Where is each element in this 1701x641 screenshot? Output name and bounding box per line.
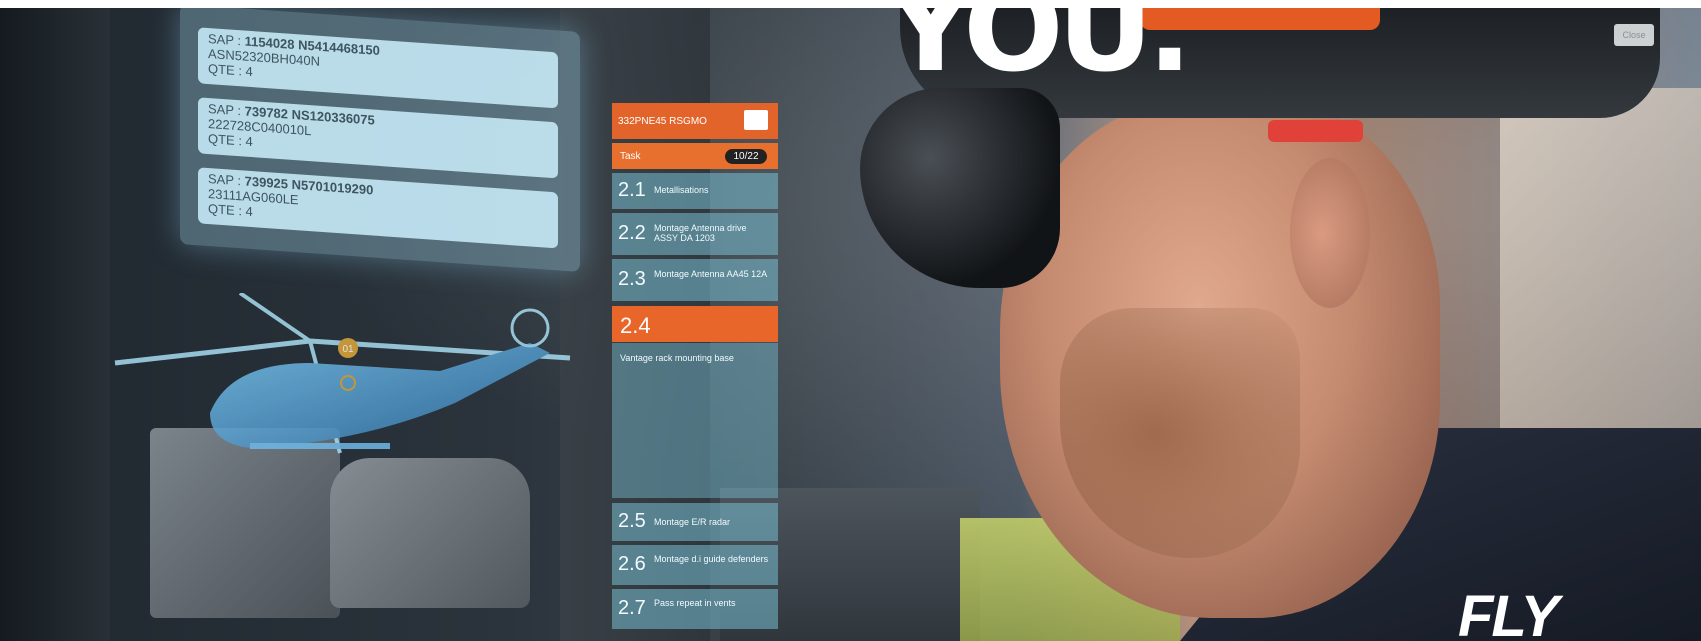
sap-hologram-panel: SAP : 1154028 N5414468150 ASN52320BH040N… [180,8,580,272]
sap-card: SAP : 1154028 N5414468150 ASN52320BH040N… [198,27,558,109]
headline-text: YOU. [888,8,1192,98]
headset-visor [860,88,1060,288]
task-panel-header: 332PNE45 RSGMO [612,103,778,139]
task-panel-title: 332PNE45 RSGMO [618,116,707,127]
task-item-label: Montage E/R radar [654,517,731,527]
photo-scene: SAP : 1154028 N5414468150 ASN52320BH040N… [0,8,1701,641]
task-item-label: Montage Antenna AA45 12A [654,269,768,279]
task-description-text: Vantage rack mounting base [620,353,734,363]
task-label: Task [620,151,641,162]
task-item[interactable]: 2.2 Montage Antenna drive ASSY DA 1203 [612,213,778,255]
task-item[interactable]: 2.5 Montage E/R radar [612,503,778,541]
task-item-label: Montage Antenna drive ASSY DA 1203 [654,223,747,244]
person-ear [1290,158,1370,308]
task-item-number: 2.3 [618,268,646,290]
sap-card: SAP : 739782 NS120336075 222728C040010L … [198,97,558,179]
task-item-label: Pass repeat in vents [654,598,736,608]
task-item-label: Montage d.i guide defenders [654,554,769,564]
task-item-number: 2.1 [618,179,646,201]
task-item-label: Metallisations [654,185,709,195]
machinery-left-edge [0,8,110,641]
mail-icon[interactable] [744,110,768,130]
task-item[interactable]: 2.6 Montage d.i guide defenders [612,545,778,585]
hologram-marker-label: 01 [342,344,354,355]
task-item[interactable]: 2.1 Metallisations [612,173,778,209]
task-item-number: 2.5 [618,510,646,532]
helicopter-hologram: 01 [114,293,571,454]
background-wall [1500,88,1701,468]
task-count-badge: 10/22 [725,149,767,164]
close-button[interactable]: Close [1614,24,1654,46]
task-item[interactable]: 2.7 Pass repeat in vents [612,589,778,629]
tagline-text: FLY [1458,584,1559,641]
headset-red-tab [1268,120,1363,142]
sap-card: SAP : 739925 N5701019290 23111AG060LE QT… [198,167,558,249]
task-item-number: 2.2 [618,222,646,244]
task-item-number: 2.6 [618,553,646,575]
task-panel: 332PNE45 RSGMO Task 10/22 2.1 Metallisat… [612,103,778,633]
task-item-number: 2.7 [618,597,646,619]
task-description: Vantage rack mounting base [612,343,778,498]
task-item[interactable]: 2.3 Montage Antenna AA45 12A [612,259,778,301]
task-item-number: 2.4 [620,313,651,338]
task-item-active[interactable]: 2.4 [612,306,778,342]
task-row: Task 10/22 [612,143,778,169]
